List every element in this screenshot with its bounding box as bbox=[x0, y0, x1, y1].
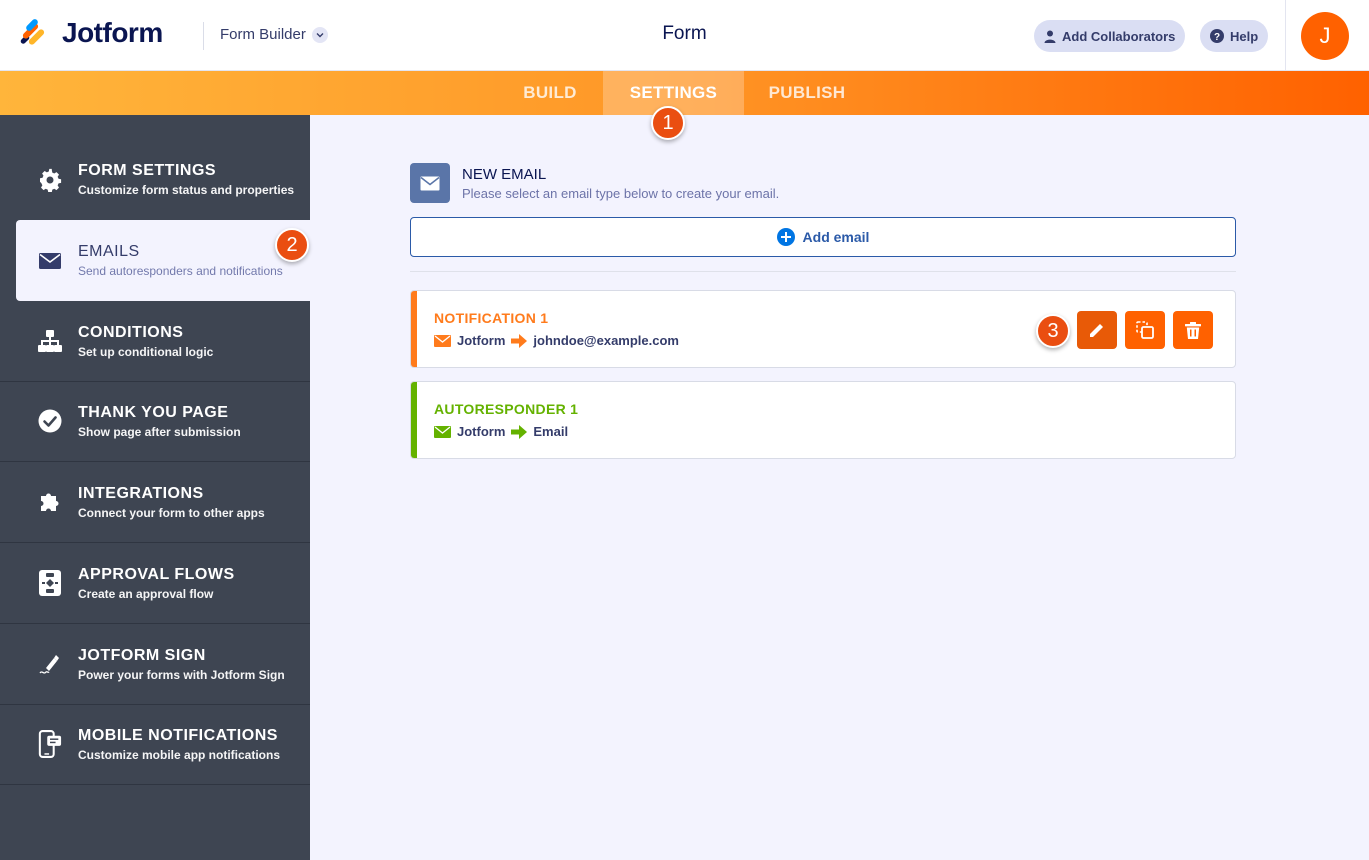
email-from: Jotform bbox=[457, 424, 506, 439]
section-divider bbox=[410, 271, 1236, 272]
sidebar-item-conditions[interactable]: CONDITIONS Set up conditional logic bbox=[0, 301, 310, 382]
email-card-route: Jotform Email bbox=[434, 424, 568, 439]
header-divider bbox=[203, 22, 204, 50]
sidebar-item-subtitle: Show page after submission bbox=[78, 424, 241, 439]
add-email-button[interactable]: Add email bbox=[410, 217, 1236, 257]
sidebar-item-thank-you-page[interactable]: THANK YOU PAGE Show page after submissio… bbox=[0, 381, 310, 462]
sidebar-item-title: APPROVAL FLOWS bbox=[78, 565, 235, 583]
sidebar-item-title: JOTFORM SIGN bbox=[78, 646, 206, 664]
edit-email-button[interactable] bbox=[1077, 311, 1117, 349]
step-badge-1: 1 bbox=[651, 106, 685, 140]
sidebar-item-mobile-notifications[interactable]: MOBILE NOTIFICATIONS Customize mobile ap… bbox=[0, 704, 310, 785]
avatar[interactable]: J bbox=[1301, 12, 1349, 60]
jotform-logo[interactable]: Jotform bbox=[18, 17, 163, 49]
arrow-right-icon bbox=[511, 424, 528, 439]
flow-icon bbox=[38, 570, 62, 596]
step-badge-2: 2 bbox=[275, 228, 309, 262]
sidebar-item-approval-flows[interactable]: APPROVAL FLOWS Create an approval flow bbox=[0, 543, 310, 624]
sidebar-item-integrations[interactable]: INTEGRATIONS Connect your form to other … bbox=[0, 462, 310, 543]
email-card-autoresponder[interactable]: AUTORESPONDER 1 Jotform Email bbox=[410, 381, 1236, 459]
card-accent-stripe bbox=[411, 291, 417, 367]
delete-email-button[interactable] bbox=[1173, 311, 1213, 349]
step-badge-3: 3 bbox=[1036, 314, 1070, 348]
chevron-down-icon bbox=[311, 26, 328, 43]
envelope-icon bbox=[38, 249, 62, 273]
sitemap-icon bbox=[38, 329, 62, 353]
tab-publish[interactable]: PUBLISH bbox=[744, 71, 870, 115]
new-email-title: NEW EMAIL bbox=[462, 165, 547, 183]
clone-email-button[interactable] bbox=[1125, 311, 1165, 349]
trash-icon bbox=[1185, 321, 1201, 339]
gear-icon bbox=[38, 168, 62, 192]
pencil-icon bbox=[1090, 324, 1103, 337]
sidebar-item-title: FORM SETTINGS bbox=[78, 162, 217, 179]
top-header: Jotform Form Builder Form Add Collaborat… bbox=[0, 0, 1369, 71]
builder-tab-bar: BUILD SETTINGS PUBLISH bbox=[0, 71, 1369, 115]
sidebar-item-form-settings[interactable]: FORM SETTINGS Customize form status and … bbox=[0, 139, 310, 220]
form-builder-dropdown[interactable]: Form Builder bbox=[220, 26, 328, 43]
sidebar-item-subtitle: Send autoresponders and notifications bbox=[78, 264, 283, 278]
new-email-header: NEW EMAIL Please select an email type be… bbox=[410, 163, 779, 203]
user-icon bbox=[1044, 30, 1056, 43]
email-card-title: NOTIFICATION 1 bbox=[434, 310, 549, 326]
email-card-notification[interactable]: NOTIFICATION 1 Jotform johndoe@example.c… bbox=[410, 290, 1236, 368]
tab-build[interactable]: BUILD bbox=[497, 71, 603, 115]
sidebar-item-title: THANK YOU PAGE bbox=[78, 403, 229, 421]
settings-sidebar: FORM SETTINGS Customize form status and … bbox=[0, 115, 310, 860]
email-to: Email bbox=[533, 424, 569, 439]
sidebar-item-subtitle: Customize form status and properties bbox=[78, 183, 295, 197]
header-separator bbox=[1285, 0, 1286, 71]
sidebar-item-jotform-sign[interactable]: JOTFORM SIGN Power your forms with Jotfo… bbox=[0, 624, 310, 705]
card-accent-stripe bbox=[411, 382, 417, 458]
brand-name: Jotform bbox=[62, 17, 163, 48]
mobile-icon bbox=[38, 730, 62, 758]
envelope-icon bbox=[434, 425, 451, 438]
email-card-title: AUTORESPONDER 1 bbox=[434, 401, 579, 417]
pen-icon bbox=[38, 652, 62, 676]
sidebar-item-title: INTEGRATIONS bbox=[78, 484, 204, 502]
email-from: Jotform bbox=[457, 333, 506, 348]
sidebar-item-subtitle: Create an approval flow bbox=[78, 586, 214, 601]
arrow-right-icon bbox=[511, 333, 528, 348]
puzzle-icon bbox=[38, 490, 62, 514]
sidebar-item-subtitle: Set up conditional logic bbox=[78, 344, 214, 359]
sidebar-item-title: MOBILE NOTIFICATIONS bbox=[78, 726, 278, 744]
envelope-icon bbox=[410, 163, 450, 203]
form-builder-label: Form Builder bbox=[220, 26, 306, 43]
clone-icon bbox=[1136, 321, 1154, 339]
sidebar-item-subtitle: Customize mobile app notifications bbox=[78, 747, 281, 762]
email-to: johndoe@example.com bbox=[533, 333, 679, 348]
envelope-icon bbox=[434, 334, 451, 347]
sidebar-item-title: CONDITIONS bbox=[78, 323, 184, 341]
help-button[interactable]: ? Help bbox=[1200, 20, 1269, 52]
new-email-subtitle: Please select an email type below to cre… bbox=[462, 185, 780, 201]
sidebar-item-emails[interactable]: EMAILS Send autoresponders and notificat… bbox=[16, 220, 310, 301]
sidebar-item-subtitle: Power your forms with Jotform Sign bbox=[78, 667, 285, 682]
check-circle-icon bbox=[38, 409, 62, 433]
help-label: Help bbox=[1230, 28, 1259, 44]
email-card-route: Jotform johndoe@example.com bbox=[434, 333, 679, 348]
add-collaborators-button[interactable]: Add Collaborators bbox=[1034, 20, 1186, 52]
help-icon: ? bbox=[1210, 29, 1224, 43]
jotform-logo-icon bbox=[18, 17, 50, 49]
add-email-label: Add email bbox=[802, 229, 870, 245]
sidebar-item-subtitle: Connect your form to other apps bbox=[78, 505, 265, 520]
svg-text:?: ? bbox=[1214, 32, 1220, 43]
plus-circle-icon bbox=[776, 228, 795, 246]
add-collaborators-label: Add Collaborators bbox=[1062, 28, 1176, 44]
sidebar-item-title: EMAILS bbox=[78, 243, 140, 260]
